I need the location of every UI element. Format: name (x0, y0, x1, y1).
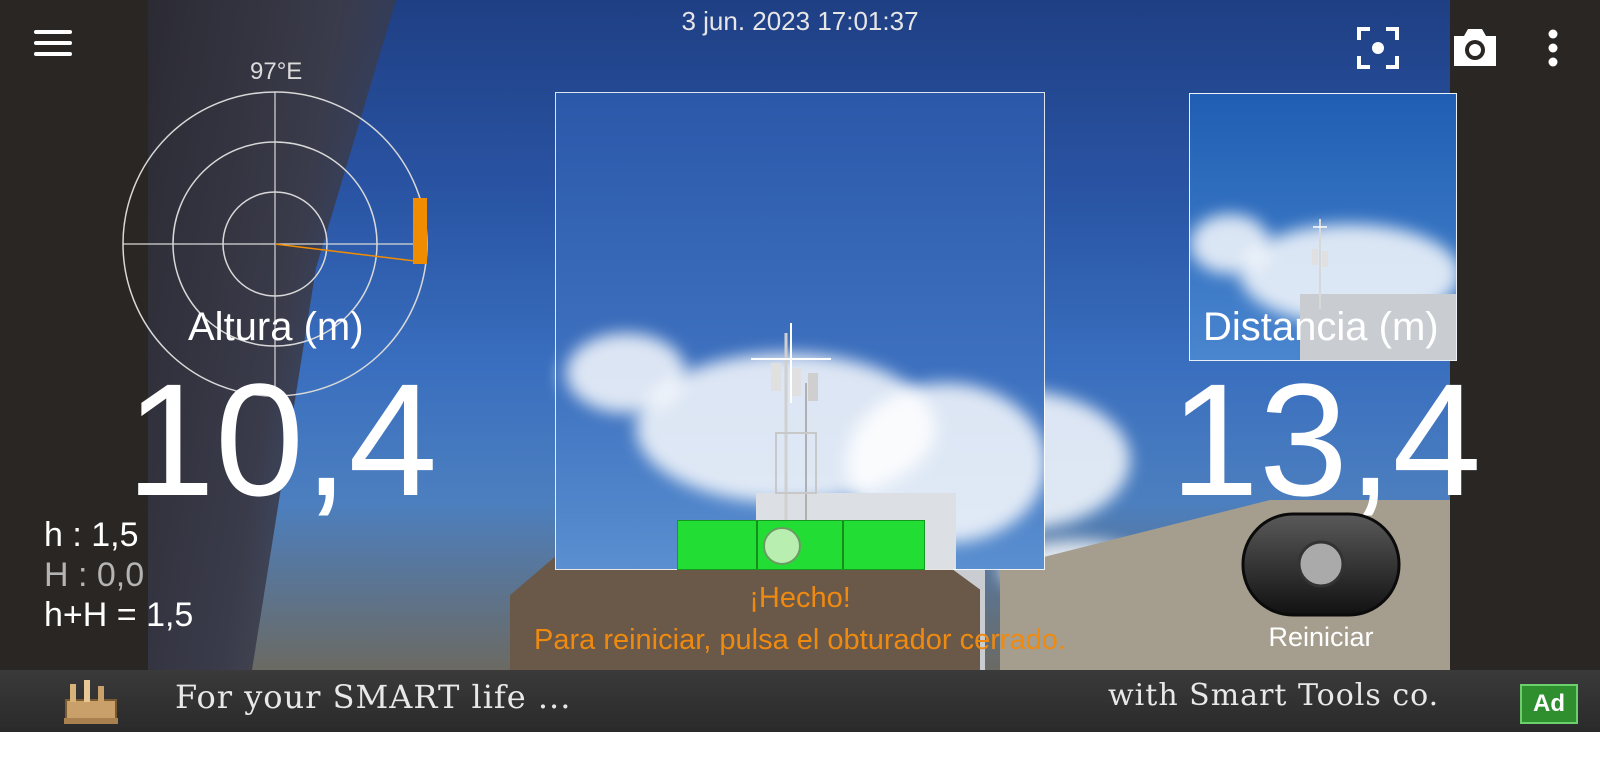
camera-button[interactable] (1450, 26, 1500, 68)
ad-right-text: with Smart Tools co. (1108, 678, 1440, 713)
shutter-button[interactable] (1241, 512, 1401, 617)
focus-icon (1357, 27, 1399, 69)
shutter-icon (1297, 540, 1345, 588)
level-bubble (763, 527, 801, 565)
tower-illustration (1312, 219, 1328, 309)
focus-button[interactable] (1356, 26, 1400, 70)
ad-banner[interactable]: For your SMART life ... with Smart Tools… (0, 670, 1600, 732)
ad-left-text: For your SMART life ... (175, 678, 572, 716)
tilt-marker (413, 198, 427, 264)
right-panel (1450, 0, 1600, 670)
more-vert-icon (1548, 29, 1558, 67)
crosshair-icon (751, 323, 831, 403)
distance-label: Distancia (m) (1203, 305, 1439, 349)
toolbox-icon (64, 680, 118, 724)
ad-badge: Ad (1520, 684, 1578, 724)
measurement-preview (555, 92, 1045, 570)
height-label: Altura (m) (188, 305, 364, 349)
distance-value: 13,4 (1170, 350, 1482, 529)
h-value: h : 1,5 (44, 516, 139, 554)
spirit-level (677, 520, 925, 570)
more-options-button[interactable] (1546, 28, 1560, 68)
height-value: 10,4 (126, 350, 438, 529)
compass-heading: 97°E (250, 58, 303, 85)
reset-label: Reiniciar (1268, 622, 1374, 652)
camera-icon (1454, 29, 1496, 66)
